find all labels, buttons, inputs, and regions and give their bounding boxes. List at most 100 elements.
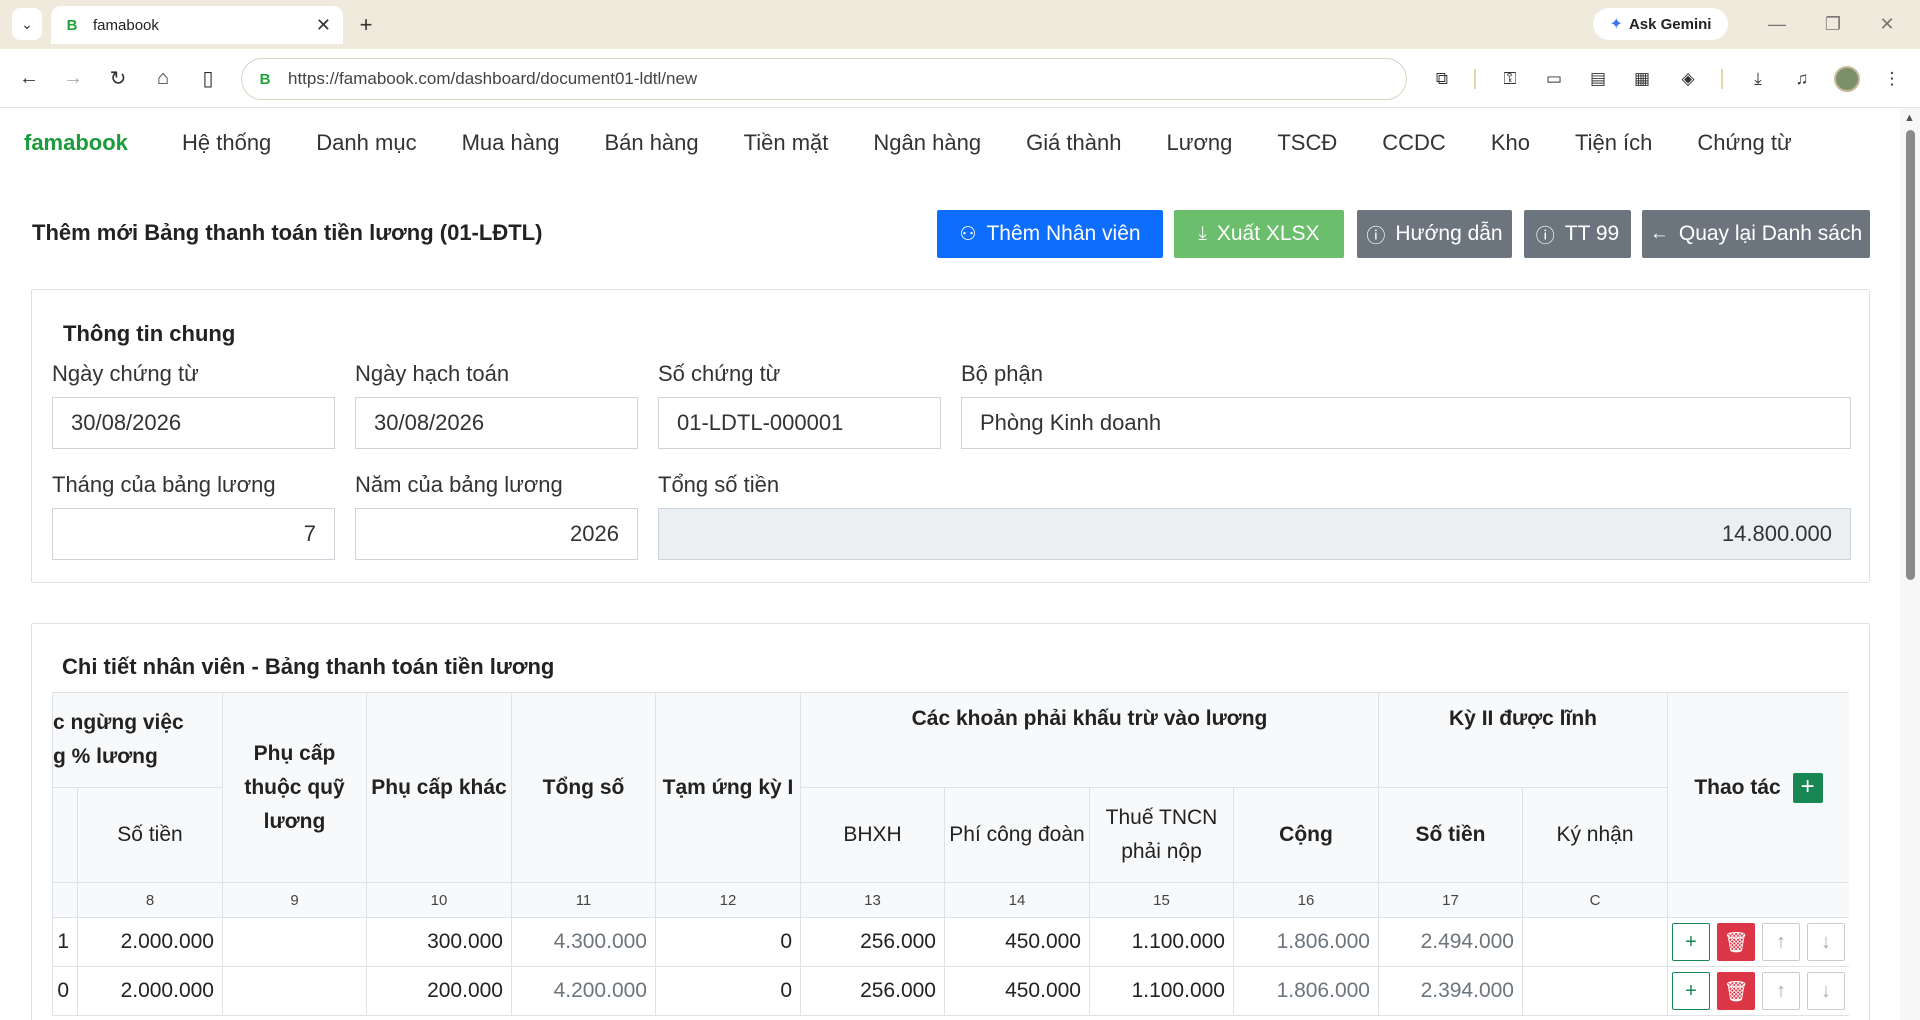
add-row-button[interactable]: + xyxy=(1792,772,1823,803)
media-icon[interactable]: ♫ xyxy=(1788,65,1816,93)
dept-label: Bộ phận xyxy=(961,361,1043,386)
profile-avatar[interactable] xyxy=(1834,66,1860,92)
cell-allow-fund[interactable] xyxy=(222,966,367,1016)
cell-advance[interactable]: 0 xyxy=(655,966,801,1016)
user-plus-icon: ⚇ xyxy=(959,223,977,245)
insert-row-button[interactable]: + xyxy=(1672,923,1711,961)
trash-icon[interactable]: 🗑 xyxy=(1717,972,1756,1010)
cell-stop-work[interactable]: 0 xyxy=(52,966,78,1016)
move-down-icon[interactable]: ↓ xyxy=(1807,972,1846,1010)
minimize-icon[interactable]: — xyxy=(1762,10,1792,38)
cell-allow-other[interactable]: 200.000 xyxy=(366,966,512,1016)
split-view-icon[interactable]: ▯ xyxy=(193,63,223,93)
row-actions: + 🗑 ↑ ↓ xyxy=(1667,917,1849,967)
back-to-list-button[interactable]: ← Quay lại Danh sách xyxy=(1642,210,1870,258)
scrollbar-thumb[interactable] xyxy=(1906,130,1915,580)
detail-table-scroll[interactable]: c ngừng việc g % lương Phụ cấp thuộc quỹ … xyxy=(52,692,1849,1020)
home-icon[interactable]: ⌂ xyxy=(148,63,178,93)
back-icon[interactable]: ← xyxy=(14,63,44,93)
doc-no-input[interactable]: 01-LDTL-000001 xyxy=(658,397,941,449)
year-input[interactable]: 2026 xyxy=(355,508,638,560)
new-tab-icon[interactable]: + xyxy=(352,11,380,39)
table-icon[interactable]: ▦ xyxy=(1628,65,1656,93)
cell-union[interactable]: 450.000 xyxy=(944,966,1090,1016)
nav-tscd[interactable]: TSCĐ xyxy=(1277,130,1337,156)
nav-he-thong[interactable]: Hệ thống xyxy=(182,130,271,156)
deductions-header: Các khoản phải khấu trừ vào lương xyxy=(800,692,1379,788)
reading-mode-icon[interactable]: ▤ xyxy=(1584,65,1612,93)
pit-header: Thuế TNCN phải nộp xyxy=(1089,787,1234,883)
move-down-icon[interactable]: ↓ xyxy=(1807,923,1846,961)
cell-sign[interactable] xyxy=(1521,966,1669,1016)
cell-pit[interactable]: 1.100.000 xyxy=(1089,966,1234,1016)
cell-union[interactable]: 450.000 xyxy=(944,917,1090,967)
acc-date-label: Ngày hạch toán xyxy=(355,361,510,386)
browser-tab[interactable]: B famabook ✕ xyxy=(51,6,343,44)
trash-icon[interactable]: 🗑 xyxy=(1717,923,1756,961)
nav-tien-mat[interactable]: Tiền mặt xyxy=(744,130,829,156)
nav-mua-hang[interactable]: Mua hàng xyxy=(462,130,560,156)
nav-ccdc[interactable]: CCDC xyxy=(1382,130,1446,156)
nav-ban-hang[interactable]: Bán hàng xyxy=(604,130,698,156)
export-xlsx-button[interactable]: ⤓ Xuất XLSX xyxy=(1174,210,1344,258)
scroll-up-icon[interactable]: ▲ xyxy=(1904,112,1915,124)
tt99-button[interactable]: ⓘ TT 99 xyxy=(1524,210,1631,258)
cell-advance[interactable]: 0 xyxy=(655,917,801,967)
help-circle-icon: ⓘ xyxy=(1535,225,1555,247)
cell-sum: 1.806.000 xyxy=(1233,917,1379,967)
forward-icon[interactable]: → xyxy=(58,63,88,93)
cell-sign[interactable] xyxy=(1521,917,1669,967)
browser-toolbar: ← → ↻ ⌂ ▯ B https://famabook.com/dashboa… xyxy=(0,49,1920,108)
cell-bhxh[interactable]: 256.000 xyxy=(800,966,945,1016)
nav-danh-muc[interactable]: Danh mục xyxy=(316,130,416,156)
reload-icon[interactable]: ↻ xyxy=(103,63,133,93)
col-number: 10 xyxy=(366,882,512,918)
general-info-heading: Thông tin chung xyxy=(63,321,236,346)
nav-chung-tu[interactable]: Chứng từ xyxy=(1697,130,1791,156)
download-icon[interactable]: ⤓ xyxy=(1744,65,1772,93)
close-window-icon[interactable]: ✕ xyxy=(1872,10,1902,38)
guide-button[interactable]: ⓘ Hướng dẫn xyxy=(1357,210,1512,258)
menu-icon[interactable]: ⋮ xyxy=(1878,65,1906,93)
nav-gia-thanh[interactable]: Giá thành xyxy=(1026,130,1121,156)
acc-date-input[interactable]: 30/08/2026 xyxy=(355,397,638,449)
col-number: 14 xyxy=(944,882,1090,918)
ask-gemini-button[interactable]: ✦ Ask Gemini xyxy=(1593,8,1728,40)
cell-amount[interactable]: 2.000.000 xyxy=(77,966,223,1016)
password-key-icon[interactable]: ⚿ xyxy=(1496,65,1524,93)
gemini-icon: ✦ xyxy=(1609,16,1623,33)
tab-search-icon[interactable]: ⌄ xyxy=(12,8,42,40)
cell-stop-work[interactable]: 1 xyxy=(52,917,78,967)
col-number: 11 xyxy=(511,882,656,918)
nav-kho[interactable]: Kho xyxy=(1491,130,1530,156)
general-info-card: Thông tin chung Ngày chứng từ 30/08/2026… xyxy=(31,289,1870,583)
cell-allow-other[interactable]: 300.000 xyxy=(366,917,512,967)
brand-logo[interactable]: famabook xyxy=(24,130,182,156)
nav-ngan-hang[interactable]: Ngân hàng xyxy=(873,130,981,156)
col-number: 15 xyxy=(1089,882,1234,918)
close-tab-icon[interactable]: ✕ xyxy=(316,15,331,36)
move-up-icon[interactable]: ↑ xyxy=(1762,972,1801,1010)
move-up-icon[interactable]: ↑ xyxy=(1762,923,1801,961)
page-scrollbar[interactable]: ▲ xyxy=(1900,108,1920,1020)
cell-p2: 2.494.000 xyxy=(1378,917,1523,967)
nav-luong[interactable]: Lương xyxy=(1166,130,1232,156)
restore-icon[interactable]: ❐ xyxy=(1818,10,1848,38)
nav-tien-ich[interactable]: Tiện ích xyxy=(1575,130,1652,156)
address-bar[interactable]: B https://famabook.com/dashboard/documen… xyxy=(241,58,1407,100)
doc-date-input[interactable]: 30/08/2026 xyxy=(52,397,335,449)
add-employee-button[interactable]: ⚇ Thêm Nhân viên xyxy=(937,210,1163,258)
cell-bhxh[interactable]: 256.000 xyxy=(800,917,945,967)
payment-card-icon[interactable]: ▭ xyxy=(1540,65,1568,93)
incognito-icon[interactable]: ◈ xyxy=(1674,65,1702,93)
col-number: 9 xyxy=(222,882,367,918)
dept-select[interactable]: Phòng Kinh doanh xyxy=(961,397,1851,449)
cell-total: 4.200.000 xyxy=(511,966,656,1016)
cell-amount[interactable]: 2.000.000 xyxy=(77,917,223,967)
insert-row-button[interactable]: + xyxy=(1672,972,1711,1010)
p2-amount-header: Số tiền xyxy=(1378,787,1523,883)
extensions-icon[interactable]: ⧉ xyxy=(1428,65,1456,93)
month-input[interactable]: 7 xyxy=(52,508,335,560)
cell-pit[interactable]: 1.100.000 xyxy=(1089,917,1234,967)
cell-allow-fund[interactable] xyxy=(222,917,367,967)
